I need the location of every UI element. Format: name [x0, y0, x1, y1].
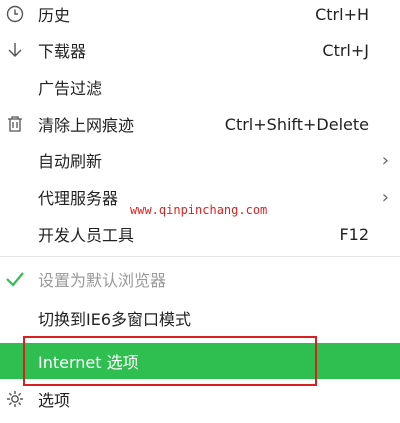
menu-item-label: Internet 选项 — [38, 353, 139, 372]
menu-item-set-default-browser: 设置为默认浏览器 — [0, 263, 400, 295]
menu-item-label: 切换到IE6多窗口模式 — [38, 310, 192, 329]
menu-item-ad-filter[interactable]: 广告过滤 — [0, 71, 400, 103]
menu-item-label: 广告过滤 — [38, 79, 103, 98]
gear-icon — [4, 388, 26, 410]
menu-item-internet-options[interactable]: Internet 选项 — [0, 343, 400, 379]
menu-item-shortcut: F12 — [339, 224, 369, 244]
download-arrow-icon — [4, 39, 26, 61]
menu-item-switch-ie6-mode[interactable]: 切换到IE6多窗口模式 — [0, 302, 400, 334]
menu-item-shortcut: Ctrl+J — [322, 40, 369, 60]
menu-item-history[interactable]: 历史 Ctrl+H — [0, 0, 400, 30]
menu-item-options[interactable]: 选项 — [0, 383, 400, 415]
menu-item-label: 代理服务器 — [38, 189, 119, 208]
menu-item-label: 下载器 — [38, 42, 87, 61]
menu-item-label: 选项 — [38, 391, 71, 410]
menu-item-label: 历史 — [38, 6, 71, 25]
menu-item-downloader[interactable]: 下载器 Ctrl+J — [0, 34, 400, 66]
menu-separator — [0, 256, 400, 257]
menu-item-auto-refresh[interactable]: 自动刷新 › — [0, 144, 400, 176]
menu-item-clear-traces[interactable]: 清除上网痕迹 Ctrl+Shift+Delete — [0, 108, 400, 140]
chevron-right-icon: › — [381, 149, 389, 171]
menu-item-label: 开发人员工具 — [38, 226, 135, 245]
menu-item-shortcut: Ctrl+H — [315, 4, 369, 24]
menu-item-developer-tools[interactable]: 开发人员工具 F12 — [0, 218, 400, 250]
menu-item-label: 清除上网痕迹 — [38, 116, 135, 135]
menu-item-label: 自动刷新 — [38, 152, 103, 171]
chevron-right-icon: › — [381, 186, 389, 208]
menu-item-label: 设置为默认浏览器 — [38, 271, 167, 290]
clock-icon — [4, 3, 26, 25]
context-menu: 历史 Ctrl+H 下载器 Ctrl+J 广告过滤 清除上网痕迹 Ctrl+Sh… — [0, 0, 400, 423]
watermark-text: www.qinpinchang.com — [130, 203, 268, 217]
menu-item-shortcut: Ctrl+Shift+Delete — [224, 114, 369, 134]
checkmark-icon — [4, 268, 26, 290]
trash-icon — [4, 113, 26, 135]
